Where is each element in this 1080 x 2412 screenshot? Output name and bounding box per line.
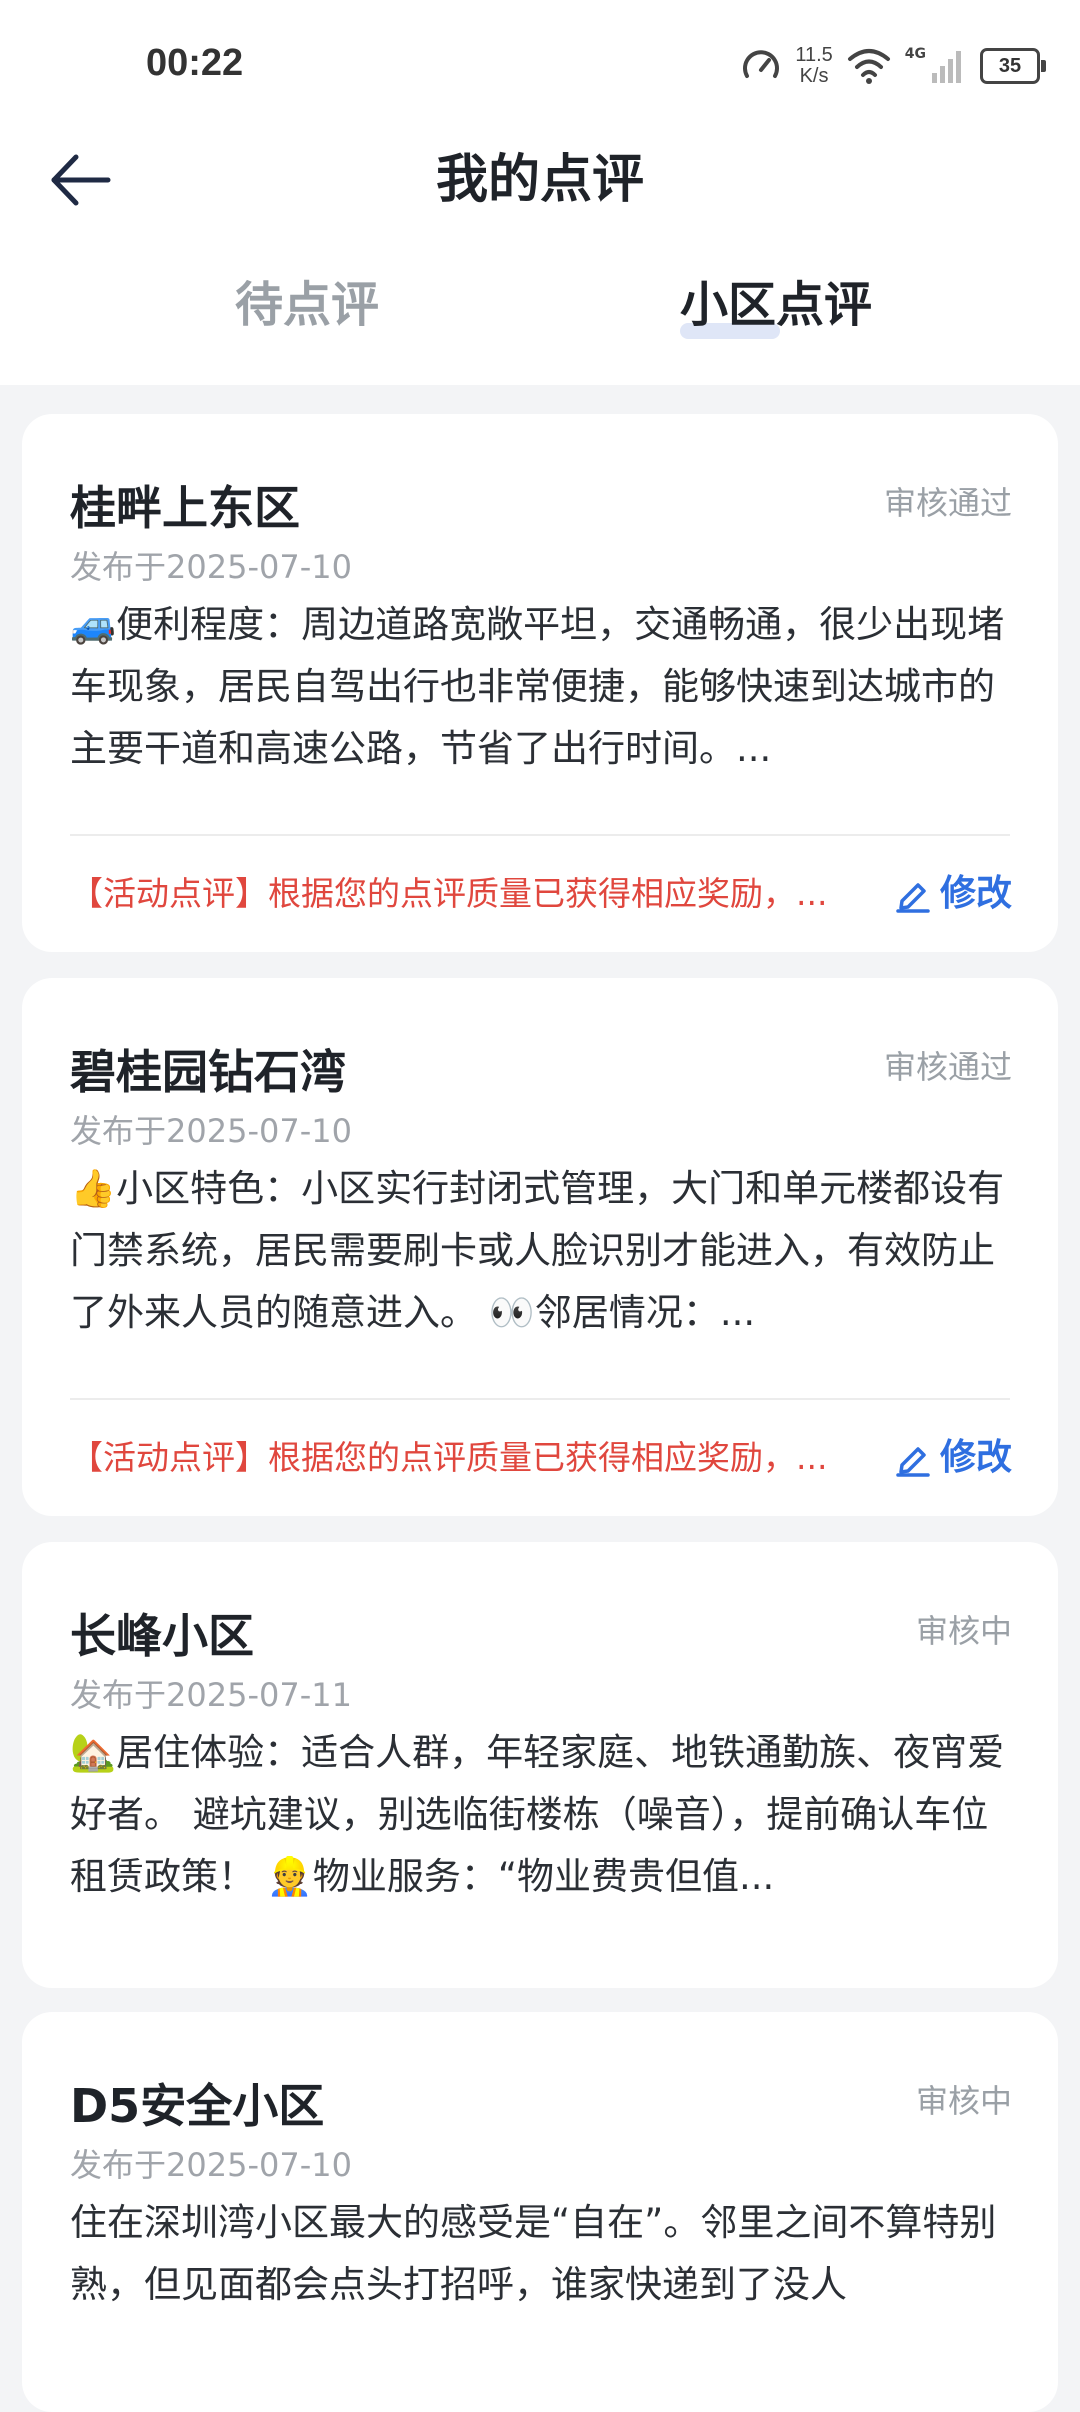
net-speed: 11.5 K/s <box>795 45 832 87</box>
wifi-icon <box>847 49 890 84</box>
publish-date: 发布于2025-07-10 <box>70 2146 352 2184</box>
status-icons: 11.5 K/s 4G 35 <box>741 40 1046 92</box>
divider <box>70 1398 1010 1400</box>
publish-date: 发布于2025-07-10 <box>70 548 352 586</box>
community-name: 长峰小区 <box>70 1609 254 1663</box>
edit-pencil-icon <box>896 1447 930 1477</box>
review-status: 审核中 <box>915 2082 1012 2120</box>
speedometer-icon <box>743 50 780 78</box>
status-bar: 00:22 11.5 K/s 4G 35 <box>0 0 1080 135</box>
tab-pending-review[interactable]: 待点评 <box>235 265 379 345</box>
review-content: 住在深圳湾小区最大的感受是“自在”。邻里之间不算特别熟，但见面都会点头打招呼，谁… <box>70 2201 997 2306</box>
signal-icon <box>932 51 961 83</box>
review-card[interactable]: D5安全小区 审核中 发布于2025-07-10 住在深圳湾小区最大的感受是“自… <box>22 2012 1058 2412</box>
review-content: 🚙便利程度：周边道路宽敞平坦，交通畅通，很少出现堵车现象，居民自驾出行也非常便捷… <box>70 603 1005 770</box>
review-content: 🏡居住体验：适合人群，年轻家庭、地铁通勤族、夜宵爱好者。 避坑建议，别选临街楼栋… <box>70 1731 1005 1898</box>
review-status: 审核通过 <box>883 1048 1012 1086</box>
community-name: 碧桂园钻石湾 <box>70 1045 346 1099</box>
battery-icon: 35 <box>980 48 1046 84</box>
community-name: D5安全小区 <box>70 2079 325 2133</box>
header: 我的点评 待点评 小区点评 <box>0 135 1080 385</box>
status-time: 00:22 <box>146 42 244 84</box>
community-name: 桂畔上东区 <box>70 481 300 535</box>
edit-pencil-icon <box>896 883 930 913</box>
divider <box>70 834 1010 836</box>
net-speed-value: 11.5 <box>795 44 833 66</box>
activity-notice: 【活动点评】根据您的点评质量已获得相应奖励，... <box>70 1438 828 1477</box>
edit-label: 修改 <box>939 1437 1012 1478</box>
publish-date: 发布于2025-07-11 <box>70 1676 352 1714</box>
activity-notice: 【活动点评】根据您的点评质量已获得相应奖励，... <box>70 874 828 913</box>
network-type: 4G <box>904 46 926 62</box>
edit-button[interactable]: 修改 <box>894 1433 1012 1483</box>
tab-label: 小区点评 <box>680 277 873 333</box>
tab-community-review[interactable]: 小区点评 <box>680 265 872 345</box>
tab-bar: 待点评 小区点评 <box>0 265 1080 365</box>
review-status: 审核中 <box>915 1612 1012 1650</box>
tab-label: 待点评 <box>235 277 380 333</box>
publish-date: 发布于2025-07-10 <box>70 1112 352 1150</box>
review-card[interactable]: 长峰小区 审核中 发布于2025-07-11 🏡居住体验：适合人群，年轻家庭、地… <box>22 1542 1058 1988</box>
page-title: 我的点评 <box>435 150 644 210</box>
review-content: 👍小区特色：小区实行封闭式管理，大门和单元楼都设有门禁系统，居民需要刷卡或人脸识… <box>70 1167 1005 1334</box>
review-card[interactable]: 桂畔上东区 审核通过 发布于2025-07-10 🚙便利程度：周边道路宽敞平坦，… <box>22 414 1058 952</box>
battery-level: 35 <box>998 54 1022 77</box>
edit-label: 修改 <box>939 873 1012 914</box>
review-status: 审核通过 <box>883 484 1012 522</box>
net-speed-unit: K/s <box>799 65 829 87</box>
edit-button[interactable]: 修改 <box>894 869 1012 919</box>
review-card[interactable]: 碧桂园钻石湾 审核通过 发布于2025-07-10 👍小区特色：小区实行封闭式管… <box>22 978 1058 1516</box>
